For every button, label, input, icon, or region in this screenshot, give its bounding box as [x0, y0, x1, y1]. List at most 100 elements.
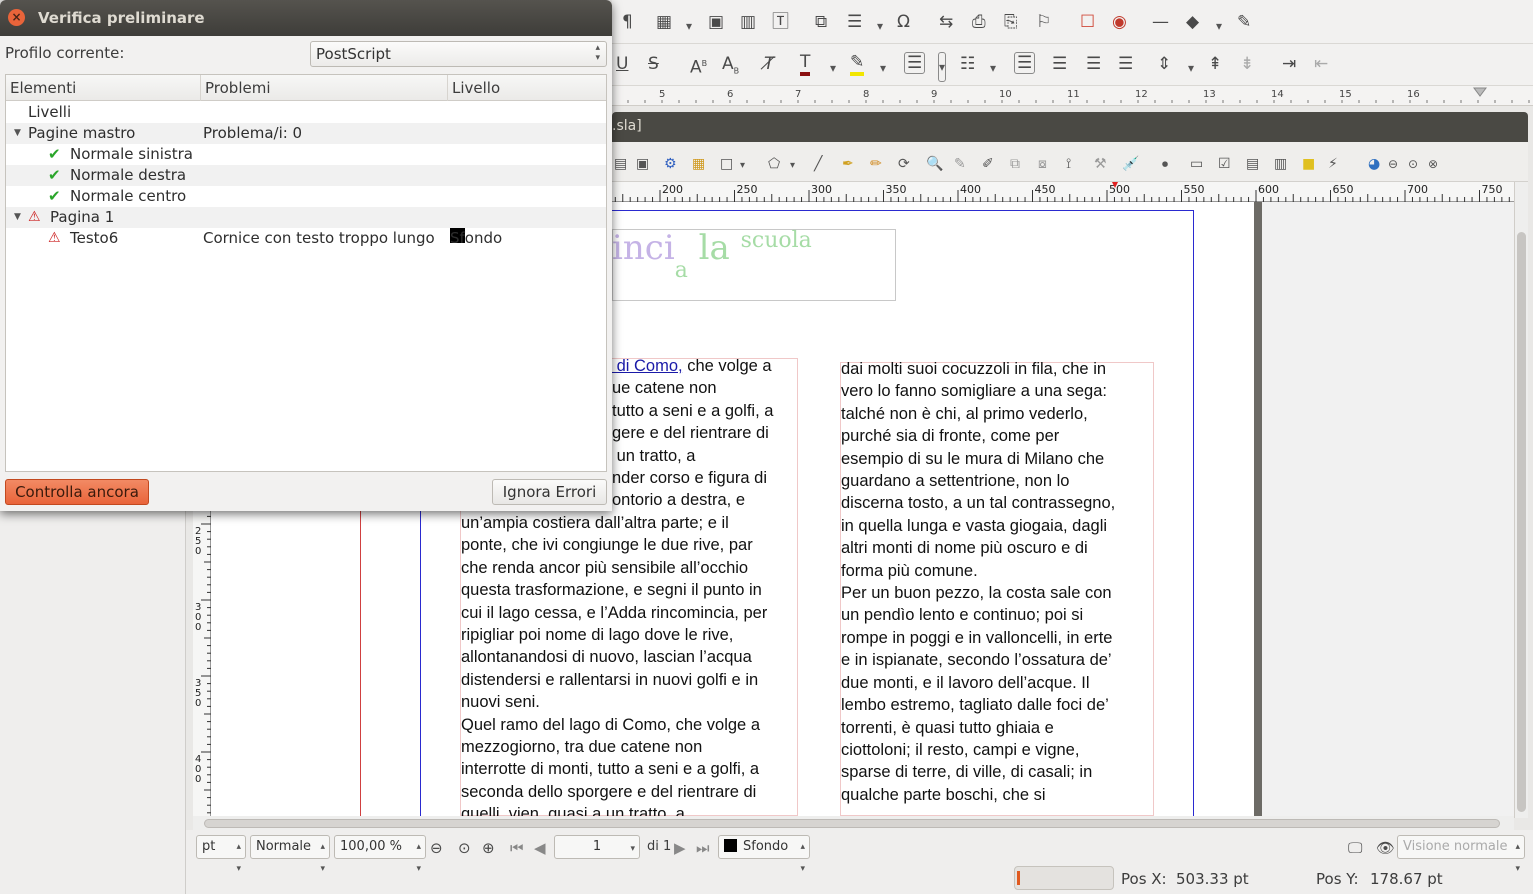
insert-chart-icon[interactable]: ▥	[740, 12, 756, 32]
tree-row[interactable]: ▼ ⚠ Pagina 1	[6, 207, 606, 228]
previous-page-icon[interactable]: ◀	[534, 838, 546, 858]
font-color-icon[interactable]: T	[800, 52, 811, 76]
track-changes-icon[interactable]: ◉	[1112, 12, 1127, 32]
hyperlink-icon[interactable]: ⇆	[939, 12, 953, 32]
bezier-tool-icon[interactable]: ✒	[842, 154, 854, 174]
special-char-icon[interactable]: Ω	[897, 12, 910, 32]
column-header-problems[interactable]: Problemi	[201, 75, 448, 101]
problems-tree[interactable]: Elementi Problemi Livello Livelli ▼ Pagi…	[5, 74, 607, 472]
line-spacing-icon[interactable]: ⇕	[1157, 54, 1171, 74]
image-frame-icon[interactable]: ▣	[636, 154, 649, 174]
pdf-listbox-icon[interactable]: ▥	[1274, 154, 1287, 174]
eyedropper-icon[interactable]: 💉	[1122, 154, 1139, 174]
chevron-down-icon[interactable]: ▾	[740, 156, 745, 176]
paragraph-ruler[interactable]: 5 6 7 8 9 10 11 12 13 14 15 16	[612, 86, 1533, 106]
insert-table-icon[interactable]: ▦	[656, 12, 672, 32]
window-max-icon[interactable]: ⊙	[1408, 154, 1418, 174]
decrease-paragraph-spacing-icon[interactable]: ⇟	[1240, 54, 1254, 74]
pdf-button-icon[interactable]: ⏺	[1162, 154, 1168, 174]
tree-row[interactable]: ✔ Normale destra	[6, 165, 606, 186]
vertical-scrollbar-thumb[interactable]	[1517, 232, 1526, 812]
column-header-level[interactable]: Livello	[448, 75, 606, 101]
column-header-elements[interactable]: Elementi	[6, 75, 201, 101]
comment-icon[interactable]: ☐	[1080, 12, 1095, 32]
chevron-down-icon[interactable]: ▾	[880, 58, 886, 78]
edit-text-icon[interactable]: ✐	[982, 154, 994, 174]
pdf-textfield-icon[interactable]: ▭	[1190, 154, 1203, 174]
measure-tool-icon[interactable]: ⟟	[1066, 154, 1071, 174]
underline-icon[interactable]: U	[616, 54, 628, 74]
table-tool-icon[interactable]: ▦	[692, 154, 705, 174]
last-page-icon[interactable]: ⏭	[696, 838, 710, 858]
view-mode-select[interactable]: Visione normale ▴ ▾	[1397, 835, 1525, 874]
tree-row[interactable]: ⚠ Testo6 Cornice con testo troppo lungo …	[6, 228, 606, 249]
insert-textbox-icon[interactable]: 🅃	[772, 12, 789, 32]
pdf-annotation-icon[interactable]: ■	[1302, 154, 1315, 174]
recheck-button[interactable]: Controlla ancora	[5, 479, 149, 505]
strikethrough-icon[interactable]: S	[648, 54, 659, 74]
polygon-tool-icon[interactable]: ⬠	[768, 154, 780, 174]
chevron-down-icon[interactable]: ▾	[938, 52, 947, 82]
profile-select[interactable]: PostScript ▴ ▾	[310, 41, 607, 67]
pdf-combobox-icon[interactable]: ▤	[1246, 154, 1259, 174]
chevron-down-icon[interactable]: ▾	[990, 58, 996, 78]
unlink-frames-icon[interactable]: ⧇	[1038, 154, 1047, 174]
rotate-tool-icon[interactable]: ⟳	[898, 154, 910, 174]
zoom-field[interactable]: 100,00 % ▴ ▾	[334, 835, 426, 874]
shape-tool-icon[interactable]: □	[720, 154, 733, 174]
expander-icon[interactable]: ▼	[14, 207, 21, 228]
horizontal-ruler[interactable]: 200 250 300 350 400 450 500 550 600 650 700 750	[612, 182, 1514, 202]
decrease-indent-icon[interactable]: ⇤	[1314, 54, 1328, 74]
tree-row[interactable]: ▼ Pagine mastro Problema/i: 0	[6, 123, 606, 144]
pilcrow-icon[interactable]: ¶	[622, 12, 633, 32]
insert-image-icon[interactable]: ▣	[708, 12, 724, 32]
preview-eye-icon[interactable]: 👁	[1376, 838, 1395, 858]
align-left-icon[interactable]: ☰	[1014, 52, 1036, 74]
increase-paragraph-spacing-icon[interactable]: ⇞	[1208, 54, 1222, 74]
footnote-icon[interactable]: ⎙	[972, 12, 986, 32]
superscript-icon[interactable]: AB	[690, 54, 707, 78]
expander-icon[interactable]: ▼	[14, 123, 21, 144]
render-frame-icon[interactable]: ⚙	[664, 154, 677, 174]
copy-properties-icon[interactable]: ⚒	[1094, 154, 1107, 174]
mode-select[interactable]: Normale ▴ ▾	[250, 835, 330, 874]
first-page-icon[interactable]: ⏮	[510, 838, 524, 858]
line-icon[interactable]: —	[1152, 12, 1169, 32]
close-icon[interactable]: ×	[8, 9, 25, 26]
display-icon[interactable]: 🖵	[1348, 838, 1362, 858]
unit-select[interactable]: pt ▴ ▾	[196, 835, 246, 874]
pdf-link-icon[interactable]: ⚡	[1328, 154, 1338, 174]
tree-row[interactable]: ✔ Normale centro	[6, 186, 606, 207]
align-center-icon[interactable]: ☰	[1052, 54, 1067, 74]
shape-icon[interactable]: ◆	[1186, 12, 1199, 32]
align-right-icon[interactable]: ☰	[1086, 54, 1101, 74]
zoom-in-icon[interactable]: ⊕	[482, 838, 495, 858]
chevron-down-icon[interactable]: ▾	[1216, 16, 1222, 36]
tree-row[interactable]: ✔ Normale sinistra	[6, 144, 606, 165]
numbered-list-icon[interactable]: ☷	[960, 54, 975, 74]
increase-indent-icon[interactable]: ⇥	[1282, 54, 1296, 74]
justify-icon[interactable]: ☰	[1118, 54, 1133, 74]
zoom-out-icon[interactable]: ⊖	[430, 838, 443, 858]
chevron-down-icon[interactable]: ▾	[790, 156, 795, 176]
window-close-icon[interactable]: ⊗	[1428, 154, 1438, 174]
layer-select[interactable]: Sfondo ▴ ▾	[718, 835, 810, 874]
horizontal-scrollbar-thumb[interactable]	[204, 819, 1500, 828]
next-page-icon[interactable]: ▶	[674, 838, 686, 858]
chevron-down-icon[interactable]: ▾	[877, 16, 883, 36]
text-link[interactable]: di Como,	[612, 357, 683, 375]
pdf-checkbox-icon[interactable]: ☑	[1218, 154, 1231, 174]
line-tool-icon[interactable]: ╱	[814, 154, 822, 174]
zoom-tool-icon[interactable]: 🔍	[926, 154, 943, 174]
bullet-list-icon[interactable]: ☰	[904, 52, 926, 74]
page-break-icon[interactable]: ⧉	[815, 12, 827, 32]
subscript-icon[interactable]: AB	[722, 54, 739, 81]
page-select[interactable]: 1 ▾	[554, 835, 640, 859]
chevron-down-icon[interactable]: ▾	[686, 16, 692, 36]
edit-contents-icon[interactable]: ✎	[954, 154, 966, 174]
tree-row[interactable]: Livelli	[6, 102, 606, 123]
crossref-icon[interactable]: ⎘	[1004, 12, 1018, 32]
freehand-tool-icon[interactable]: ✏	[870, 154, 882, 174]
globe-icon[interactable]: ◕	[1368, 154, 1380, 174]
chevron-down-icon[interactable]: ▾	[830, 58, 836, 78]
